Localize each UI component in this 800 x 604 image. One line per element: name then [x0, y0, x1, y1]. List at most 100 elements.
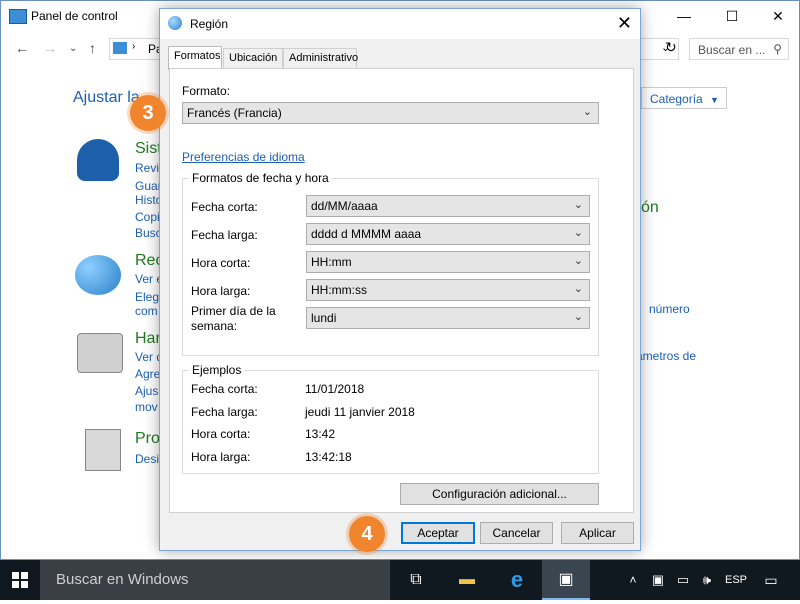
step-badge-3: 3 — [130, 95, 166, 131]
field-value: HH:mm — [311, 255, 352, 269]
back-arrow-icon[interactable]: ← — [15, 40, 29, 56]
forward-arrow-icon[interactable]: → — [43, 40, 57, 56]
category-title[interactable]: Har — [135, 330, 161, 348]
apply-button[interactable]: Aplicar — [561, 522, 634, 544]
chevron-down-icon: ⌄ — [573, 311, 583, 323]
category-title[interactable]: Pro — [135, 430, 160, 448]
long-date-select[interactable]: dddd d MMMM aaaa ⌄ — [306, 223, 590, 245]
volume-icon[interactable]: 🕪 — [695, 560, 719, 600]
group-title: Formatos de fecha y hora — [189, 171, 332, 185]
category-title-fragment[interactable]: ón — [641, 199, 659, 217]
category-link[interactable]: Busc — [135, 226, 162, 240]
field-label: Hora larga: — [191, 284, 251, 298]
tab-formatos[interactable]: Formatos — [168, 46, 222, 70]
short-time-select[interactable]: HH:mm ⌄ — [306, 251, 590, 273]
address-icon — [113, 42, 127, 54]
short-date-select[interactable]: dd/MM/aaaa ⌄ — [306, 195, 590, 217]
search-input[interactable]: Buscar en ... ⚲ — [689, 38, 789, 60]
category-link[interactable]: Copi — [135, 210, 160, 224]
region-dialog: Región ✕ Formatos Ubicación Administrati… — [159, 8, 641, 551]
language-preferences-link[interactable]: Preferencias de idioma — [182, 150, 305, 164]
close-icon[interactable]: ✕ — [617, 13, 632, 34]
field-value: dd/MM/aaaa — [311, 199, 378, 213]
chevron-down-icon: ⌄ — [573, 227, 583, 239]
category-link-fragment[interactable]: número — [649, 302, 690, 316]
edge-browser-icon[interactable]: e — [493, 560, 541, 600]
triangle-down-icon: ▼ — [710, 95, 719, 105]
maximize-button[interactable]: ☐ — [709, 5, 755, 27]
recent-dropdown-icon[interactable]: ⌄ — [69, 43, 77, 54]
example-label: Fecha corta: — [191, 382, 258, 396]
category-link[interactable]: Ajus — [135, 384, 158, 398]
category-link-fragment[interactable]: ámetros de — [636, 349, 696, 363]
chevron-down-icon: ⌄ — [573, 255, 583, 267]
field-label: Primer día de la semana: — [191, 304, 276, 333]
tab-ubicacion[interactable]: Ubicación — [223, 48, 283, 68]
step-badge-4: 4 — [349, 516, 385, 552]
refresh-icon[interactable]: ↻ — [665, 39, 677, 56]
minimize-button[interactable]: — — [661, 5, 707, 27]
view-by-label: Categoría — [650, 92, 703, 106]
page-heading: Ajustar la — [73, 89, 140, 106]
chevron-up-icon[interactable]: ˄ — [620, 560, 646, 600]
tab-administrativo[interactable]: Administrativo — [283, 48, 358, 68]
search-placeholder: Buscar en ... — [698, 43, 766, 57]
group-title: Ejemplos — [189, 363, 245, 377]
format-label: Formato: — [182, 84, 231, 98]
cancel-button[interactable]: Cancelar — [480, 522, 553, 544]
task-view-icon[interactable]: ⧉ — [392, 560, 440, 600]
format-value: Francés (Francia) — [187, 106, 282, 120]
chevron-down-icon: ⌄ — [573, 283, 583, 295]
example-value: 13:42 — [305, 427, 336, 441]
field-value: lundi — [311, 311, 337, 325]
example-value: 11/01/2018 — [305, 382, 365, 396]
examples-group: Ejemplos Fecha corta: 11/01/2018 Fecha l… — [182, 363, 599, 474]
example-label: Fecha larga: — [191, 405, 258, 419]
category-link[interactable]: Guar — [135, 179, 162, 193]
taskbar-search-input[interactable]: Buscar en Windows — [40, 560, 390, 600]
field-label: Fecha larga: — [191, 228, 258, 242]
window-title: Panel de control — [31, 9, 118, 23]
category-link[interactable]: Elegi — [135, 290, 162, 304]
first-day-select[interactable]: lundi ⌄ — [306, 307, 590, 329]
category-link[interactable]: Desi — [135, 452, 159, 466]
ok-button[interactable]: Aceptar — [401, 522, 475, 544]
dialog-titlebar[interactable]: Región ✕ — [160, 9, 640, 39]
close-button[interactable]: ✕ — [755, 5, 800, 27]
tray-app-icon[interactable]: ▣ — [646, 560, 670, 600]
notifications-icon[interactable]: ▭ — [756, 560, 786, 600]
category-link[interactable]: com — [135, 304, 158, 318]
example-label: Hora corta: — [191, 427, 251, 441]
globe-icon — [168, 16, 182, 30]
address-chevron-icon[interactable]: › — [132, 41, 135, 52]
additional-settings-button[interactable]: Configuración adicional... — [400, 483, 599, 505]
dialog-title: Región — [190, 17, 229, 31]
control-panel-taskbar-icon[interactable]: ▣ — [542, 560, 590, 600]
programs-disc-icon — [85, 429, 121, 471]
date-time-formats-group: Formatos de fecha y hora Fecha corta: dd… — [182, 171, 599, 356]
network-globe-icon — [75, 255, 121, 295]
shield-icon — [77, 139, 119, 181]
example-value: jeudi 11 janvier 2018 — [305, 405, 415, 419]
chevron-down-icon: ⌄ — [582, 106, 592, 118]
category-link[interactable]: mov — [135, 400, 158, 414]
field-value: dddd d MMMM aaaa — [311, 227, 422, 241]
network-icon[interactable]: ▭ — [671, 560, 695, 600]
control-panel-icon — [9, 9, 27, 24]
up-arrow-icon[interactable]: ↑ — [89, 40, 96, 56]
category-title[interactable]: Sist — [135, 140, 162, 158]
windows-start-icon[interactable] — [0, 560, 40, 600]
category-link[interactable]: Agre — [135, 367, 160, 381]
format-select[interactable]: Francés (Francia) ⌄ — [182, 102, 599, 124]
search-icon: ⚲ — [773, 42, 782, 56]
language-indicator[interactable]: ESP — [720, 560, 752, 600]
field-label: Hora corta: — [191, 256, 251, 270]
tab-panel: Formato: Francés (Francia) ⌄ Preferencia… — [169, 68, 634, 513]
field-value: HH:mm:ss — [311, 283, 367, 297]
printer-icon — [77, 333, 123, 373]
chevron-down-icon: ⌄ — [573, 199, 583, 211]
example-label: Hora larga: — [191, 450, 251, 464]
long-time-select[interactable]: HH:mm:ss ⌄ — [306, 279, 590, 301]
file-explorer-icon[interactable]: ▬ — [443, 560, 491, 600]
view-by-dropdown[interactable]: Categoría ▼ — [641, 87, 727, 109]
